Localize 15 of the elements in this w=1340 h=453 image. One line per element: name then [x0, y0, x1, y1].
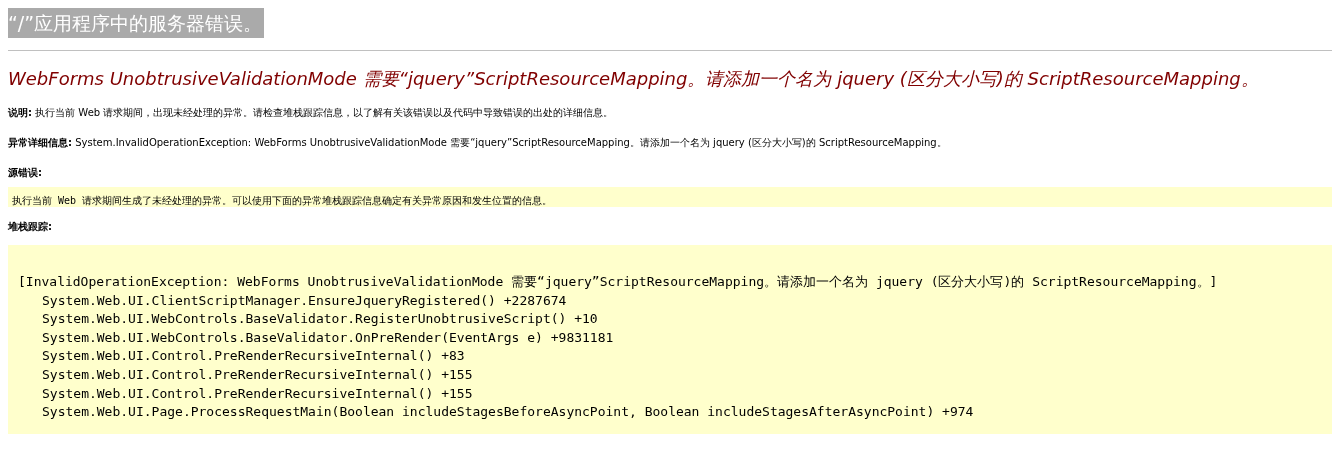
section-label: 堆栈跟踪: — [8, 220, 53, 234]
exception-details-text: 异常详细信息: System.InvalidOperationException: WebForms UnobtrusiveValidationMode 需要“jquery”ScriptResourceMapping。请添加一个名为 jquery (区分大小写)的 ScriptResourceMapping。 — [8, 136, 948, 150]
description-text: 说明: 执行当前 Web 请求期间，出现未经处理的异常。请检查堆栈跟踪信息，以了解有关该错误以及代码中导致错误的出处的详细信息。 — [8, 106, 615, 120]
stack-frame: System.Web.UI.Control.PreRenderRecursiveInternal() +83 — [42, 347, 465, 366]
page-title: “/”应用程序中的服务器错误。 — [8, 8, 265, 38]
stack-frame: System.Web.UI.Control.PreRenderRecursiveInternal() +155 — [42, 365, 473, 385]
section-label: 源错误: — [8, 166, 43, 180]
stack-frame: System.Web.UI.ClientScriptManager.EnsureJqueryRegistered() +2287674 — [42, 291, 567, 311]
source-error-message: 执行当前 Web 请求期间生成了未经处理的异常。可以使用下面的异常堆栈跟踪信息确定有关异常原因和发生位置的信息。 — [12, 195, 553, 206]
exception-line: [InvalidOperationException: WebForms UnobtrusiveValidationMode 需要“jquery”ScriptResourceMapping。请添加一个名为 jquery (区分大小写)的 ScriptResourceMapping。] — [18, 273, 1218, 291]
error-heading: WebForms UnobtrusiveValidationMode 需要“jquery”ScriptResourceMapping。请添加一个名为 jquery (区分大小写)的 ScriptResourceMapping。 — [8, 67, 1260, 91]
stack-frame: System.Web.UI.WebControls.BaseValidator.RegisterUnobtrusiveScript() +10 — [42, 310, 598, 329]
stack-frame: System.Web.UI.Control.PreRenderRecursiveInternal() +155 — [42, 384, 473, 404]
stack-frame: System.Web.UI.Page.ProcessRequestMain(Boolean includeStagesBeforeAsyncPoint, Boolean includeStagesAfterAsyncPoint) +974 — [42, 403, 974, 422]
stack-frame: System.Web.UI.WebControls.BaseValidator.OnPreRender(EventArgs e) +9831181 — [42, 328, 614, 348]
